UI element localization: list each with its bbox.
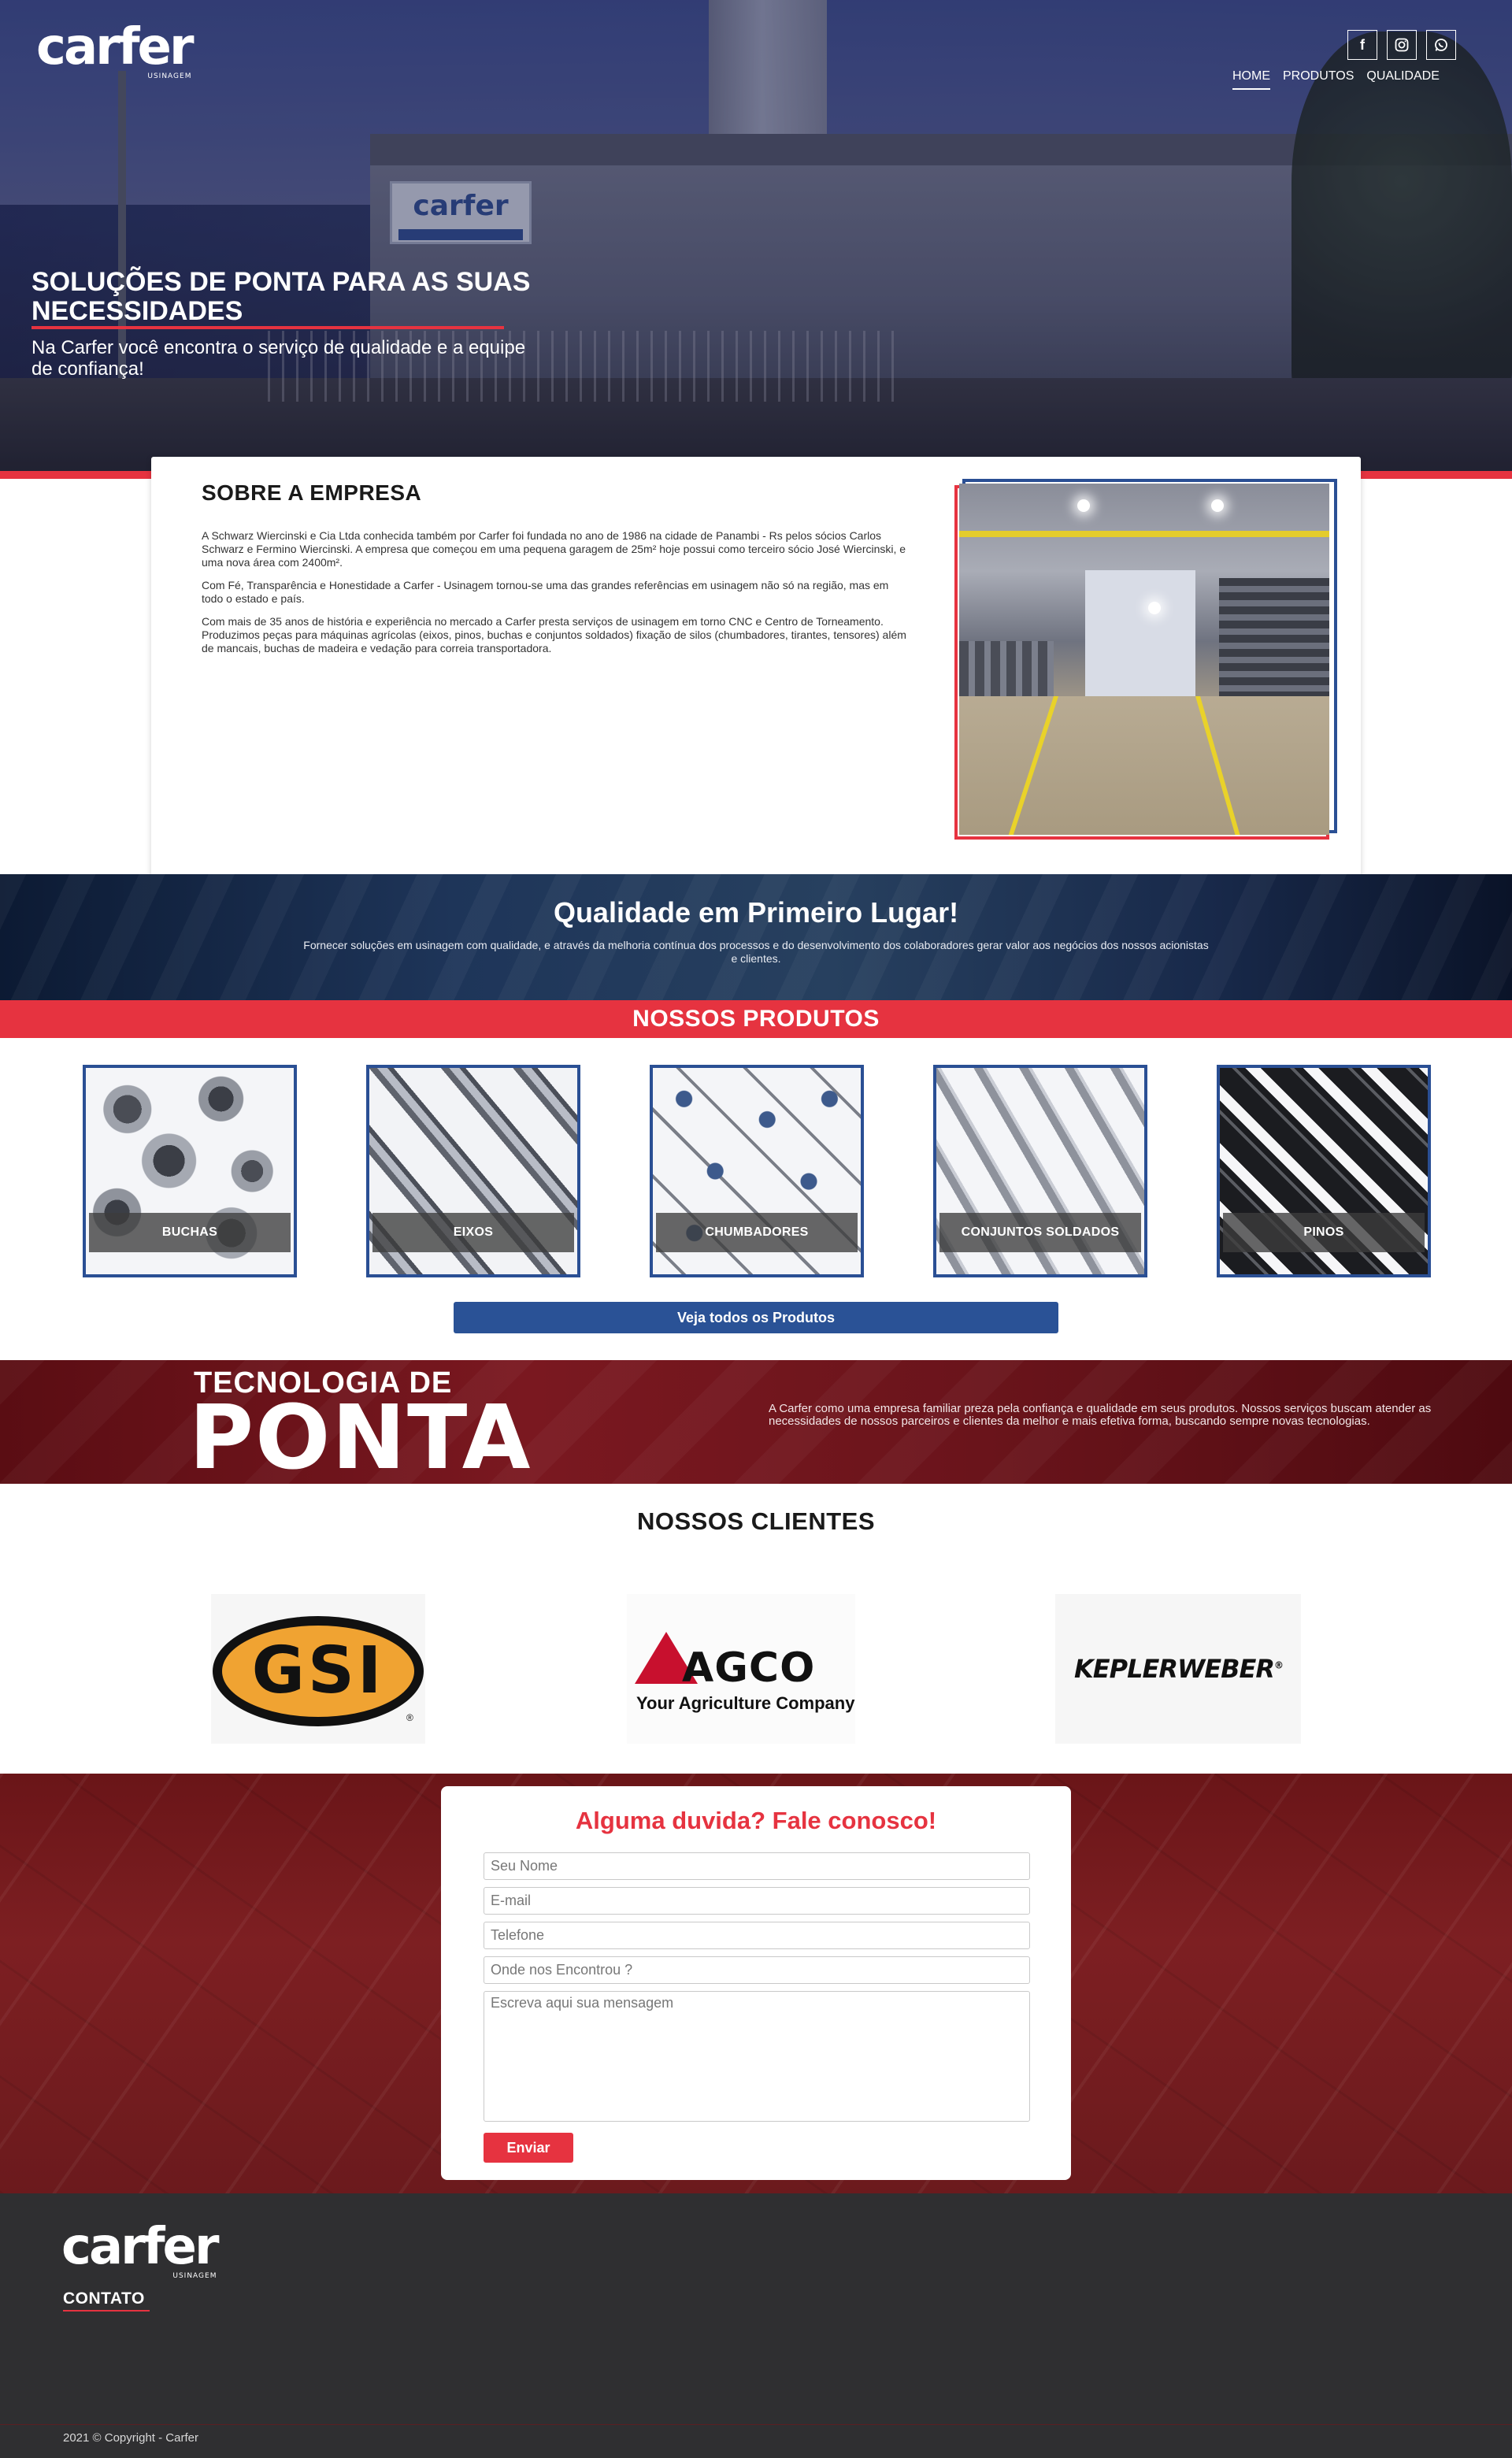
client-logo-agco: AGCO Your Agriculture Company: [627, 1594, 855, 1744]
about-card: SOBRE A EMPRESA A Schwarz Wiercinski e C…: [151, 457, 1361, 890]
contact-title: Alguma duvida? Fale conosco!: [575, 1807, 937, 1834]
tech-text: A Carfer como uma empresa familiar preza…: [769, 1402, 1432, 1428]
footer: carfer USINAGEM CONTATO 2021 © Copyright…: [0, 2193, 1512, 2458]
quality-text: Fornecer soluções em usinagem com qualid…: [303, 939, 1209, 965]
instagram-icon[interactable]: [1387, 30, 1417, 60]
view-all-products-button[interactable]: Veja todos os Produtos: [454, 1302, 1058, 1333]
product-label: BUCHAS: [89, 1213, 291, 1252]
hero-title-underline: [32, 326, 504, 329]
quality-banner: Qualidade em Primeiro Lugar! Fornecer so…: [0, 874, 1512, 1000]
product-card-chumbadores[interactable]: CHUMBADORES: [650, 1065, 864, 1277]
workshop-photo: [954, 479, 1337, 840]
source-input[interactable]: [484, 1956, 1030, 1984]
phone-input[interactable]: [484, 1922, 1030, 1949]
send-button[interactable]: Enviar: [484, 2133, 573, 2163]
product-label: CHUMBADORES: [656, 1213, 858, 1252]
footer-logo[interactable]: carfer USINAGEM: [61, 2222, 219, 2280]
client-logo-keplerweber: KEPLERWEBER®: [1055, 1594, 1301, 1744]
product-card-conjuntos-soldados[interactable]: CONJUNTOS SOLDADOS: [933, 1065, 1147, 1277]
product-card-pinos[interactable]: PINOS: [1217, 1065, 1431, 1277]
product-card-eixos[interactable]: EIXOS: [366, 1065, 580, 1277]
gsi-logo: GSI: [213, 1616, 424, 1726]
hero-title: SOLUÇÕES DE PONTA PARA AS SUAS NECESSIDA…: [32, 268, 536, 329]
footer-contact-heading: CONTATO: [63, 2289, 145, 2308]
message-textarea[interactable]: [484, 1991, 1030, 2122]
quality-title: Qualidade em Primeiro Lugar!: [553, 896, 959, 929]
products-grid: BUCHAS EIXOS CHUMBADORES CONJUNTOS SOLDA…: [0, 1065, 1512, 1277]
clients-title: NOSSOS CLIENTES: [636, 1507, 876, 1535]
products-title: NOSSOS PRODUTOS: [632, 1006, 880, 1032]
footer-divider: [0, 2424, 1512, 2425]
product-label: PINOS: [1223, 1213, 1425, 1252]
tech-line2: PONTA: [189, 1387, 532, 1489]
technology-banner: TECNOLOGIA DE PONTA A Carfer como uma em…: [0, 1360, 1512, 1489]
main-nav: HOME PRODUTOS QUALIDADE: [1232, 69, 1440, 90]
client-logo-gsi: GSI ®: [211, 1594, 425, 1744]
product-label: CONJUNTOS SOLDADOS: [939, 1213, 1141, 1252]
whatsapp-icon[interactable]: [1426, 30, 1456, 60]
products-header: NOSSOS PRODUTOS: [0, 1000, 1512, 1038]
copyright: 2021 © Copyright - Carfer: [63, 2431, 198, 2445]
header-logo[interactable]: carfer USINAGEM: [36, 22, 194, 80]
email-input[interactable]: [484, 1887, 1030, 1915]
about-text: A Schwarz Wiercinski e Cia Ltda conhecid…: [202, 529, 906, 654]
social-links: f: [1347, 30, 1456, 60]
hero-subtitle: Na Carfer você encontra o serviço de qua…: [32, 337, 526, 380]
product-card-buchas[interactable]: BUCHAS: [83, 1065, 297, 1277]
nav-produtos[interactable]: PRODUTOS: [1283, 69, 1354, 90]
contact-form: Alguma duvida? Fale conosco! Enviar: [441, 1786, 1071, 2180]
name-input[interactable]: [484, 1852, 1030, 1880]
facebook-icon[interactable]: f: [1347, 30, 1377, 60]
product-label: EIXOS: [372, 1213, 574, 1252]
nav-home[interactable]: HOME: [1232, 69, 1270, 90]
nav-qualidade[interactable]: QUALIDADE: [1366, 69, 1439, 90]
about-title: SOBRE A EMPRESA: [202, 480, 422, 505]
